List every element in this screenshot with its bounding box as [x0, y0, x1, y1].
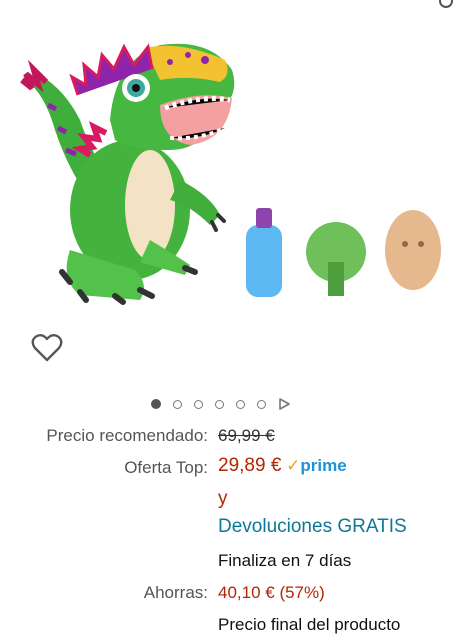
deal-price: 29,89 €: [218, 455, 282, 476]
heart-icon[interactable]: [31, 333, 63, 363]
list-price-label: Precio recomendado:: [46, 426, 208, 445]
image-pager[interactable]: [151, 398, 290, 410]
pager-dot[interactable]: [236, 399, 245, 409]
pager-dot[interactable]: [194, 399, 203, 409]
prime-logo: prime: [300, 456, 347, 475]
and-text: y: [218, 488, 228, 509]
deal-label: Oferta Top:: [124, 458, 208, 477]
list-price: 69,99 €: [218, 426, 275, 445]
product-image[interactable]: [0, 0, 475, 320]
deal-price-row: 29,89 € ✓prime: [218, 455, 347, 477]
pager-dot[interactable]: [151, 399, 161, 409]
deal-ends-text: Finaliza en 7 días: [218, 551, 352, 570]
prime-check-icon: ✓: [286, 456, 301, 475]
free-returns-link[interactable]: Devoluciones GRATIS: [218, 516, 407, 538]
video-play-icon[interactable]: [278, 398, 290, 410]
pager-dot[interactable]: [215, 399, 224, 409]
pager-dot[interactable]: [257, 399, 266, 409]
savings-label: Ahorras:: [143, 583, 208, 602]
pager-dot[interactable]: [173, 399, 182, 409]
savings-value: 40,10 € (57%): [218, 583, 325, 602]
final-price-text: Precio final del producto: [218, 615, 401, 634]
